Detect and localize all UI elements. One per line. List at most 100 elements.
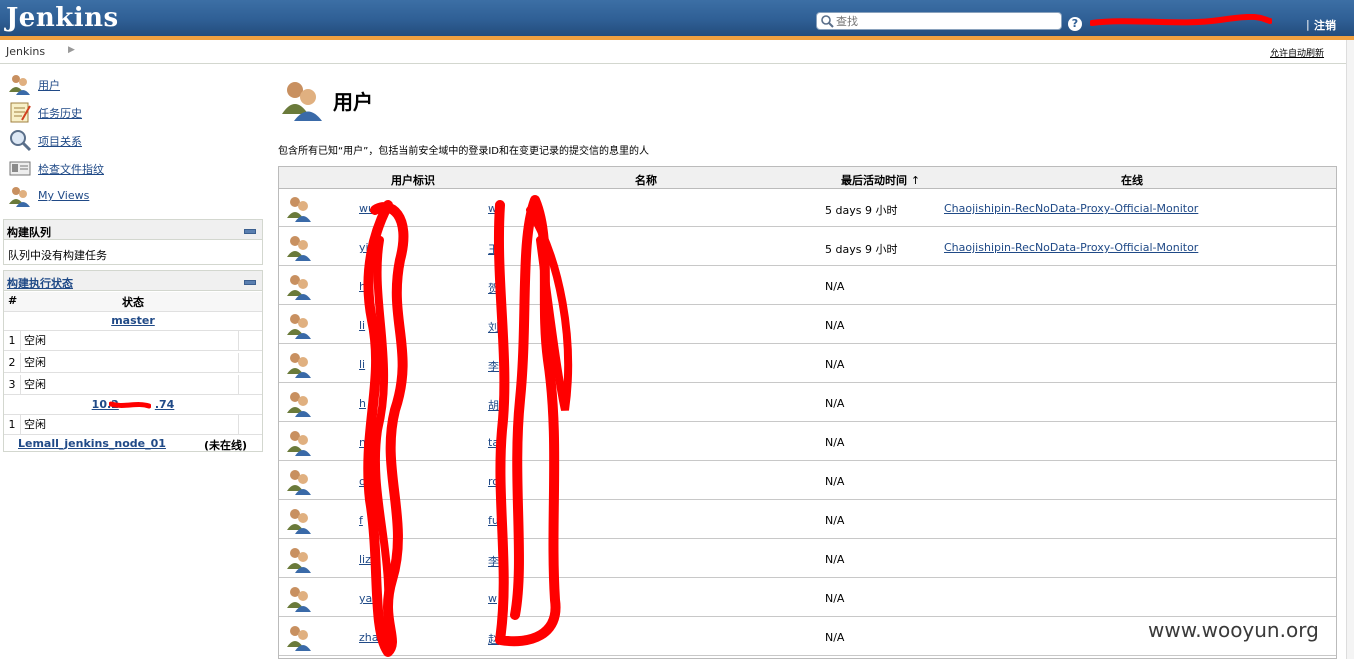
breadcrumb-jenkins[interactable]: Jenkins [6, 45, 45, 58]
user-icon [287, 548, 311, 573]
user-id-link[interactable]: f [359, 514, 363, 527]
table-row: li 李 N/A [279, 344, 1336, 383]
node-offline-badge: (未在线) [204, 439, 248, 452]
user-id-link[interactable]: he [359, 280, 373, 293]
user-id-link[interactable]: zha [359, 631, 379, 644]
user-id-link[interactable]: li [359, 319, 365, 332]
user-name-link[interactable]: 李 [488, 358, 499, 374]
breadcrumb: Jenkins ▶ 允许自动刷新 [0, 40, 1354, 64]
executor-status: 空闲 [24, 334, 46, 347]
fingerprint-icon [9, 161, 31, 176]
user-name-link[interactable]: 李 [488, 553, 499, 569]
executor-number: 1 [4, 415, 21, 434]
table-header: 用户标识 名称 最后活动时间 ↑ 在线 [279, 167, 1336, 189]
task-project-relationship-label[interactable]: 项目关系 [38, 133, 82, 149]
user-name-link[interactable]: fu [488, 514, 499, 527]
last-active-time: N/A [825, 280, 845, 293]
jenkins-logo[interactable]: Jenkins [6, 3, 119, 33]
build-queue-empty-text: 队列中没有构建任务 [8, 249, 107, 262]
executor-action-cell [238, 375, 263, 394]
task-build-history-label[interactable]: 任务历史 [38, 105, 82, 121]
user-icon [287, 353, 311, 378]
user-name-link[interactable]: 贺 [488, 280, 499, 296]
build-queue-pane: 构建队列 队列中没有构建任务 [3, 219, 263, 265]
user-name-link[interactable]: ro [488, 475, 499, 488]
user-id-link[interactable]: liz [359, 553, 371, 566]
col-last-active[interactable]: 最后活动时间 ↑ [841, 172, 920, 188]
last-active-time: N/A [825, 436, 845, 449]
last-active-time: N/A [825, 397, 845, 410]
task-my-views-label[interactable]: My Views [38, 189, 89, 202]
user-id-link[interactable]: yi [359, 241, 369, 254]
breadcrumb-arrow-icon[interactable]: ▶ [68, 45, 75, 55]
user-name-link[interactable]: ta [488, 436, 499, 449]
user-id-link[interactable]: yan [359, 592, 379, 605]
col-last-active-label: 最后活动时间 [841, 174, 907, 187]
table-row: h 胡 N/A [279, 383, 1336, 422]
last-active-time: N/A [825, 319, 845, 332]
user-name-link[interactable]: 刘 [488, 319, 499, 335]
user-icon [287, 509, 311, 534]
people-icon [282, 82, 322, 121]
user-name-link[interactable]: 胡 [488, 397, 499, 413]
executor-row: 1 空闲 [4, 415, 262, 435]
logout-link[interactable]: 注销 [1314, 17, 1336, 33]
node-ip-row: 10.2.74 [4, 395, 262, 415]
redacted-ip-scribble [109, 401, 151, 409]
node-master-link[interactable]: master [111, 314, 155, 327]
minimize-icon[interactable] [244, 229, 256, 234]
search-icon [821, 15, 834, 28]
user-icon [287, 236, 311, 261]
user-id-link[interactable]: wu [359, 202, 375, 215]
online-job-link[interactable]: Chaojishipin-RecNoData-Proxy-Official-Mo… [944, 202, 1198, 215]
user-name-link[interactable]: 赵 [488, 631, 499, 647]
col-online[interactable]: 在线 [1121, 172, 1143, 188]
table-row: ot ro N/A [279, 461, 1336, 500]
search-box[interactable] [816, 12, 1062, 30]
executor-action-cell [238, 415, 263, 434]
page-scrollbar[interactable] [1346, 40, 1354, 659]
online-job-link[interactable]: Chaojishipin-RecNoData-Proxy-Official-Mo… [944, 241, 1198, 254]
col-user-id[interactable]: 用户标识 [391, 172, 435, 188]
build-queue-title: 构建队列 [7, 226, 51, 239]
user-icon [287, 470, 311, 495]
user-id-link[interactable]: ot [359, 475, 370, 488]
table-row: he 贺 N/A [279, 266, 1336, 305]
last-active-time: 5 days 9 小时 [825, 204, 898, 217]
executor-row: 1 空闲 [4, 331, 262, 351]
user-icon [287, 431, 311, 456]
user-icon [287, 314, 311, 339]
executor-number: 1 [4, 331, 21, 350]
table-row: yan w N/A [279, 578, 1336, 617]
executor-number: 3 [4, 375, 21, 394]
people-icon [9, 75, 30, 95]
col-name[interactable]: 名称 [635, 172, 657, 188]
executor-status-header: 构建执行状态 [4, 271, 262, 291]
executor-row: 2 空闲 [4, 353, 262, 373]
executor-action-cell [238, 353, 263, 372]
auto-refresh-link[interactable]: 允许自动刷新 [1270, 46, 1324, 59]
last-active-time: N/A [825, 358, 845, 371]
user-icon [287, 392, 311, 417]
user-name-link[interactable]: w [488, 202, 497, 215]
user-id-link[interactable]: h [359, 397, 366, 410]
user-id-link[interactable]: ng [359, 436, 373, 449]
minimize-icon[interactable] [244, 280, 256, 285]
task-fingerprint-label[interactable]: 检查文件指纹 [38, 161, 104, 177]
people-table: 用户标识 名称 最后活动时间 ↑ 在线 wu w 5 days 9 小时 Chaoji… [278, 166, 1337, 659]
executor-status: 空闲 [24, 378, 46, 391]
user-name-link[interactable]: w [488, 592, 497, 605]
last-active-time: N/A [825, 514, 845, 527]
people-icon [9, 187, 30, 207]
user-icon [287, 587, 311, 612]
task-people-label[interactable]: 用户 [38, 77, 60, 93]
executor-status-title[interactable]: 构建执行状态 [7, 275, 73, 291]
help-icon[interactable]: ? [1068, 17, 1082, 31]
user-name-link[interactable]: 王 [488, 241, 499, 257]
user-id-link[interactable]: li [359, 358, 365, 371]
executor-col-status: 状态 [122, 296, 144, 309]
page-title: 用户 [333, 90, 373, 114]
redacted-username-scribble [1090, 14, 1272, 26]
search-input[interactable] [836, 13, 1058, 29]
node-lemall-link[interactable]: Lemall_jenkins_node_01 [18, 437, 166, 450]
